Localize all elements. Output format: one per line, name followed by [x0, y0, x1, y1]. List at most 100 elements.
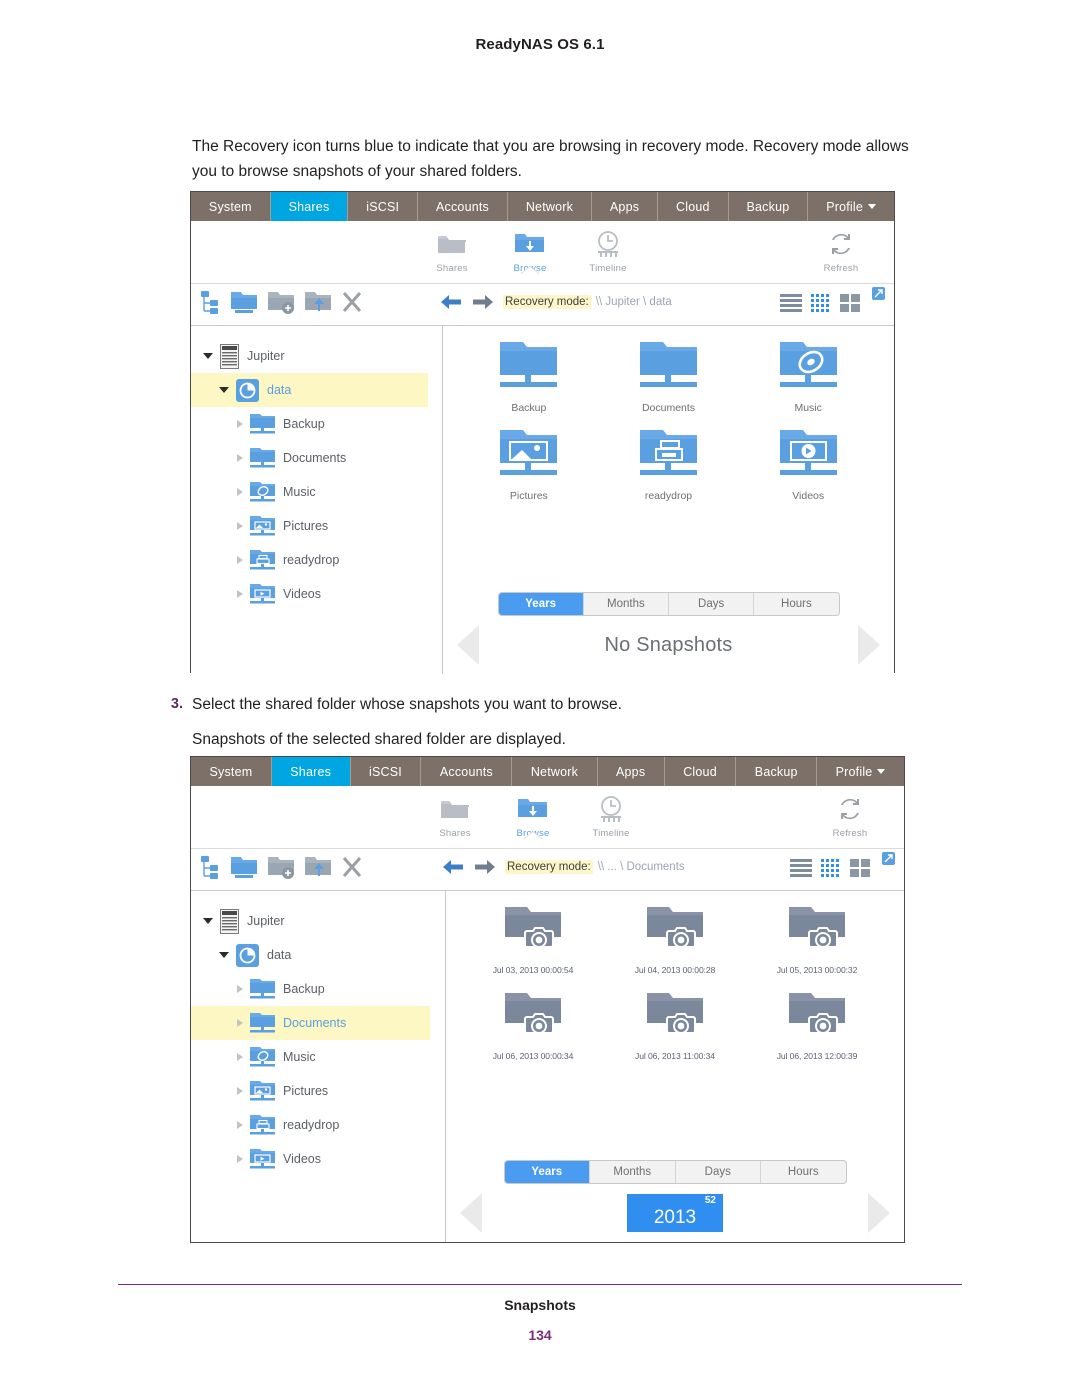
chevron-collapsed-icon[interactable] [237, 1053, 243, 1061]
chevron-expanded-icon[interactable] [219, 387, 229, 393]
tree-item-backup[interactable]: Backup [191, 407, 442, 441]
chevron-expanded-icon[interactable] [203, 918, 213, 924]
tile-view-icon[interactable] [850, 859, 870, 882]
list-view-icon[interactable] [790, 859, 812, 882]
upload-folder-icon[interactable] [304, 289, 332, 320]
tree-item-videos[interactable]: Videos [191, 1142, 445, 1176]
nav-tab-iscsi[interactable]: iSCSI [351, 757, 422, 786]
nav-tab-network[interactable]: Network [512, 757, 598, 786]
nav-tab-shares[interactable]: Shares [271, 757, 351, 786]
tree-item-jupiter[interactable]: Jupiter [191, 339, 442, 373]
tree-item-pictures[interactable]: Pictures [191, 509, 442, 543]
chevron-collapsed-icon[interactable] [237, 556, 243, 564]
timeline-scale-years[interactable]: Years [504, 1161, 590, 1183]
arrow-right-icon[interactable] [471, 294, 495, 315]
mode-button-shares[interactable]: Shares [409, 227, 495, 274]
chevron-collapsed-icon[interactable] [237, 1019, 243, 1027]
delete-x-icon[interactable] [341, 856, 363, 883]
timeline-scale-years[interactable]: Years [498, 593, 584, 615]
nav-tab-apps[interactable]: Apps [598, 757, 665, 786]
detail-grid-icon[interactable] [811, 294, 831, 317]
new-folder-icon[interactable] [267, 854, 295, 885]
tree-item-videos[interactable]: Videos [191, 577, 442, 611]
share-item-music[interactable]: Music [738, 340, 878, 414]
nav-tab-system[interactable]: System [191, 757, 272, 786]
nav-tab-profile[interactable]: Profile [808, 192, 894, 221]
timeline-prev-arrow-icon[interactable] [460, 1193, 482, 1233]
tree-item-documents[interactable]: Documents [191, 1006, 430, 1040]
timeline-scale-months[interactable]: Months [584, 593, 669, 615]
nav-tab-iscsi[interactable]: iSCSI [348, 192, 419, 221]
mode-button-shares[interactable]: Shares [412, 792, 498, 839]
snapshot-item[interactable]: Jul 03, 2013 00:00:54 [462, 905, 604, 975]
tree-item-data[interactable]: data [191, 938, 445, 972]
mode-button-browse[interactable]: Browse [490, 792, 576, 840]
nav-tab-backup[interactable]: Backup [729, 192, 809, 221]
nav-tab-apps[interactable]: Apps [592, 192, 659, 221]
share-item-pictures[interactable]: Pictures [459, 428, 599, 502]
nav-tab-accounts[interactable]: Accounts [418, 192, 508, 221]
timeline-year-chip[interactable]: 52 2013 [627, 1194, 723, 1232]
nav-tab-accounts[interactable]: Accounts [421, 757, 513, 786]
timeline-scale-days[interactable]: Days [669, 593, 755, 615]
timeline-prev-arrow-icon[interactable] [457, 625, 479, 665]
timeline-scale-hours[interactable]: Hours [754, 593, 838, 615]
timeline-next-arrow-icon[interactable] [868, 1193, 890, 1233]
folder-open-icon[interactable] [230, 289, 258, 320]
nav-tab-cloud[interactable]: Cloud [665, 757, 737, 786]
mode-button-timeline[interactable]: Timeline [565, 227, 651, 274]
popout-icon[interactable] [881, 851, 896, 871]
chevron-collapsed-icon[interactable] [237, 488, 243, 496]
share-item-documents[interactable]: Documents [599, 340, 739, 414]
upload-folder-icon[interactable] [304, 854, 332, 885]
timeline-next-arrow-icon[interactable] [858, 625, 880, 665]
tree-item-jupiter[interactable]: Jupiter [191, 904, 445, 938]
snapshot-item[interactable]: Jul 04, 2013 00:00:28 [604, 905, 746, 975]
chevron-collapsed-icon[interactable] [237, 590, 243, 598]
nav-tab-shares[interactable]: Shares [270, 192, 349, 221]
snapshot-item[interactable]: Jul 06, 2013 12:00:39 [746, 991, 888, 1061]
arrow-right-icon[interactable] [473, 859, 497, 880]
nav-tab-cloud[interactable]: Cloud [658, 192, 729, 221]
snapshot-item[interactable]: Jul 06, 2013 00:00:34 [462, 991, 604, 1061]
folder-tree-icon[interactable] [199, 854, 221, 885]
chevron-collapsed-icon[interactable] [237, 1121, 243, 1129]
nav-tab-profile[interactable]: Profile [817, 757, 904, 786]
new-folder-icon[interactable] [267, 289, 295, 320]
chevron-expanded-icon[interactable] [219, 952, 229, 958]
chevron-collapsed-icon[interactable] [237, 420, 243, 428]
folder-tree-icon[interactable] [199, 289, 221, 320]
delete-x-icon[interactable] [341, 291, 363, 318]
mode-button-browse[interactable]: Browse [487, 227, 573, 275]
snapshot-item[interactable]: Jul 06, 2013 11:00:34 [604, 991, 746, 1061]
mode-button-timeline[interactable]: Timeline [568, 792, 654, 839]
arrow-left-icon[interactable] [441, 859, 465, 880]
folder-open-icon[interactable] [230, 854, 258, 885]
popout-icon[interactable] [871, 286, 886, 306]
detail-grid-icon[interactable] [821, 859, 841, 882]
tree-item-data[interactable]: data [191, 373, 428, 407]
chevron-collapsed-icon[interactable] [237, 985, 243, 993]
chevron-collapsed-icon[interactable] [237, 1155, 243, 1163]
tree-item-readydrop[interactable]: readydrop [191, 1108, 445, 1142]
mode-button-refresh[interactable]: Refresh [807, 792, 893, 839]
tree-item-backup[interactable]: Backup [191, 972, 445, 1006]
nav-tab-network[interactable]: Network [508, 192, 592, 221]
timeline-scale-days[interactable]: Days [676, 1161, 761, 1183]
tree-item-pictures[interactable]: Pictures [191, 1074, 445, 1108]
tree-item-readydrop[interactable]: readydrop [191, 543, 442, 577]
mode-button-refresh[interactable]: Refresh [798, 227, 884, 274]
tree-item-music[interactable]: Music [191, 475, 442, 509]
share-item-backup[interactable]: Backup [459, 340, 599, 414]
timeline-scale-hours[interactable]: Hours [761, 1161, 846, 1183]
arrow-left-icon[interactable] [439, 294, 463, 315]
snapshot-item[interactable]: Jul 05, 2013 00:00:32 [746, 905, 888, 975]
nav-tab-backup[interactable]: Backup [736, 757, 818, 786]
chevron-expanded-icon[interactable] [203, 353, 213, 359]
nav-tab-system[interactable]: System [191, 192, 271, 221]
share-item-videos[interactable]: Videos [738, 428, 878, 502]
tree-item-music[interactable]: Music [191, 1040, 445, 1074]
tree-item-documents[interactable]: Documents [191, 441, 442, 475]
list-view-icon[interactable] [780, 294, 802, 317]
chevron-collapsed-icon[interactable] [237, 454, 243, 462]
